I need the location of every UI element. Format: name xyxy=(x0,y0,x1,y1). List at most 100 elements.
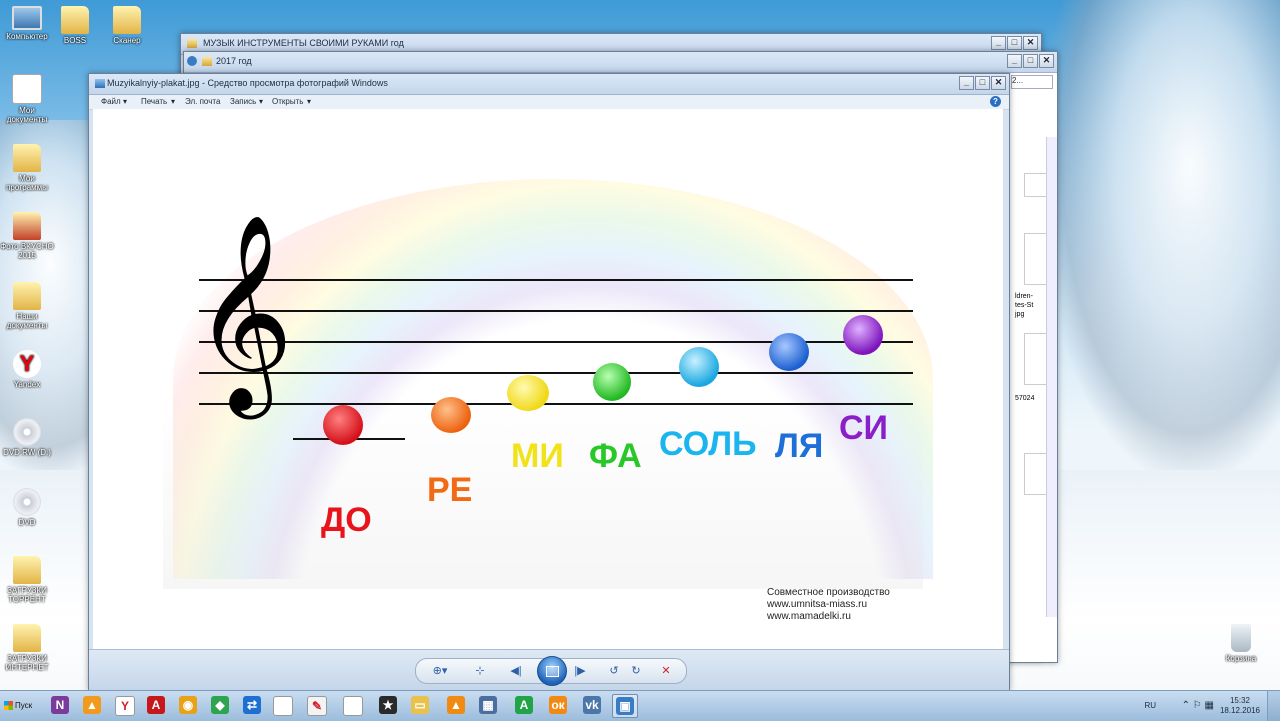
clock[interactable]: 15:32 18.12.2016 xyxy=(1220,696,1260,716)
note-re-character xyxy=(431,397,471,433)
taskbar-button[interactable]: ▣ xyxy=(612,694,638,718)
taskbar-button[interactable]: ▦ xyxy=(476,694,500,716)
viewer-title: Muzyikalnyiy-plakat.jpg - Средство просм… xyxy=(107,78,388,88)
file-label: ldren- xyxy=(1015,293,1033,300)
tray-icons[interactable]: ⌃ ⚐ ▦ xyxy=(1182,700,1214,711)
vk-icon: vk xyxy=(583,696,601,714)
taskbar-button[interactable]: N xyxy=(48,694,72,716)
help-icon[interactable]: ? xyxy=(990,96,1001,107)
file-thumbnail[interactable] xyxy=(1024,333,1048,385)
recycle-bin-icon xyxy=(1231,624,1251,652)
desktop-icon-boss[interactable]: BOSS xyxy=(48,6,102,45)
avast-icon: ▲ xyxy=(83,696,101,714)
taskbar-button[interactable]: A xyxy=(144,694,168,716)
note-si-character xyxy=(843,315,883,355)
zoom-icon[interactable]: ⊕▾ xyxy=(432,664,448,677)
previous-icon[interactable]: ◀| xyxy=(508,664,524,677)
file-label: tes-St xyxy=(1015,302,1034,309)
desktop-icon-my-programs[interactable]: Мои программы xyxy=(0,144,54,192)
desktop-icon-torrent-downloads[interactable]: ЗАГРУЗКИ ТОРРЕНТ xyxy=(0,556,54,604)
note-label-re: РЕ xyxy=(427,471,473,509)
menu-open[interactable]: Открыть xyxy=(272,97,303,106)
taskbar-button[interactable]: vk xyxy=(580,694,604,716)
close-button[interactable]: ✕ xyxy=(991,76,1006,90)
menu-print[interactable]: Печать xyxy=(141,97,167,106)
taskbar-button[interactable]: ◉ xyxy=(176,694,200,716)
credits-url: www.mamadelki.ru xyxy=(767,611,851,622)
delete-icon[interactable]: ✕ xyxy=(658,664,674,677)
minimize-button[interactable]: _ xyxy=(991,36,1006,50)
desktop-icon-our-documents[interactable]: Наши документы xyxy=(0,282,54,330)
desktop-icon-internet-downloads[interactable]: ЗАГРУЗКИ ИНТЕРНЕТ xyxy=(0,624,54,672)
vertical-scrollbar[interactable] xyxy=(1046,137,1057,617)
menu-email[interactable]: Эл. почта xyxy=(185,97,220,106)
windows-logo-icon xyxy=(4,700,13,710)
vlc-icon: ▲ xyxy=(447,696,465,714)
taskbar-button[interactable]: ▲ xyxy=(80,694,104,716)
maximize-button[interactable]: □ xyxy=(1023,54,1038,68)
desktop-icon-my-documents[interactable]: Мои документы xyxy=(0,74,54,124)
photo-viewer-window[interactable]: Muzyikalnyiy-plakat.jpg - Средство просм… xyxy=(88,73,1010,691)
fit-icon[interactable]: ⊹ xyxy=(472,664,488,677)
taskbar-button[interactable]: A xyxy=(512,694,536,716)
note-label-si: СИ xyxy=(839,409,888,447)
maximize-button[interactable]: □ xyxy=(975,76,990,90)
desktop-icon-yandex[interactable]: Y Yandex xyxy=(0,350,54,389)
taskbar-button[interactable]: ◆ xyxy=(208,694,232,716)
desktop-icon-scanner[interactable]: Сканер xyxy=(100,6,154,45)
desktop-icon-recycle-bin[interactable]: Корзина xyxy=(1214,624,1268,663)
maximize-button[interactable]: □ xyxy=(1007,36,1022,50)
taskbar-button[interactable] xyxy=(270,694,294,716)
explorer-icon: ▭ xyxy=(411,696,429,714)
snowy-tree-right xyxy=(1040,0,1280,480)
file-thumbnail[interactable] xyxy=(1024,453,1048,495)
note-label-fa: ФА xyxy=(589,437,642,475)
file-label: 57024 xyxy=(1015,395,1035,402)
close-button[interactable]: ✕ xyxy=(1023,36,1038,50)
search-box[interactable]: 2... xyxy=(1011,75,1053,89)
note-mi-character xyxy=(507,375,549,411)
viewer-titlebar[interactable]: Muzyikalnyiy-plakat.jpg - Средство просм… xyxy=(89,74,1009,95)
file-label: jpg xyxy=(1015,311,1025,318)
close-button[interactable]: ✕ xyxy=(1039,54,1054,68)
next-icon[interactable]: |▶ xyxy=(572,664,588,677)
rotate-left-icon[interactable]: ↺ xyxy=(606,664,622,677)
menu-burn[interactable]: Запись xyxy=(230,97,256,106)
credits-url: www.umnitsa-miass.ru xyxy=(767,599,868,610)
taskbar-button[interactable] xyxy=(340,694,364,716)
screenshot-icon: ★ xyxy=(379,696,397,714)
explorer-mid-titlebar[interactable]: 2017 год _ □ ✕ xyxy=(184,52,1057,73)
taskbar-button[interactable]: ★ xyxy=(376,694,400,716)
file-thumbnail[interactable] xyxy=(1024,173,1048,197)
back-arrow-icon[interactable] xyxy=(187,56,197,66)
file-thumbnail[interactable] xyxy=(1024,233,1048,285)
note-label-mi: МИ xyxy=(511,437,564,475)
show-desktop-button[interactable] xyxy=(1267,691,1280,721)
desktop-icon-computer[interactable]: Компьютер xyxy=(0,6,54,41)
note-sol-character xyxy=(679,347,719,387)
odnoklassniki-icon: ок xyxy=(549,696,567,714)
viewer-controls-bar: ⊕▾ ⊹ ◀| |▶ ↺ ↻ ✕ xyxy=(89,649,1009,690)
slideshow-icon[interactable] xyxy=(537,656,567,686)
minimize-button[interactable]: _ xyxy=(1007,54,1022,68)
photo-viewer-icon: ▣ xyxy=(616,697,634,715)
taskbar-button[interactable]: ▲ xyxy=(444,694,468,716)
credits-line: Совместное производство xyxy=(767,587,890,598)
taskbar-button[interactable]: Y xyxy=(112,694,136,716)
menu-file[interactable]: Файл xyxy=(101,97,121,106)
desktop-icon-dvd[interactable]: DVD xyxy=(0,488,54,527)
desktop-icon-dvd-rw[interactable]: DVD RW (D:) xyxy=(0,418,54,457)
onenote-icon: N xyxy=(51,696,69,714)
start-button[interactable]: Пуск xyxy=(2,696,36,716)
taskbar-button[interactable]: ок xyxy=(546,694,570,716)
minimize-button[interactable]: _ xyxy=(959,76,974,90)
rotate-right-icon[interactable]: ↻ xyxy=(628,664,644,677)
desktop-icon-photo[interactable]: Фото ВКУСНО 2015 xyxy=(0,212,54,260)
note-la-character xyxy=(769,333,809,371)
viewer-menubar: Файл ▾ Печать ▾ Эл. почта Запись ▾ Открыть ▾… xyxy=(89,95,1009,110)
chrome-icon: ◆ xyxy=(211,696,229,714)
taskbar-button[interactable]: ✎ xyxy=(304,694,328,716)
taskbar-button[interactable]: ⇄ xyxy=(240,694,264,716)
language-indicator[interactable]: RU xyxy=(1144,701,1156,710)
taskbar-button[interactable]: ▭ xyxy=(408,694,432,716)
